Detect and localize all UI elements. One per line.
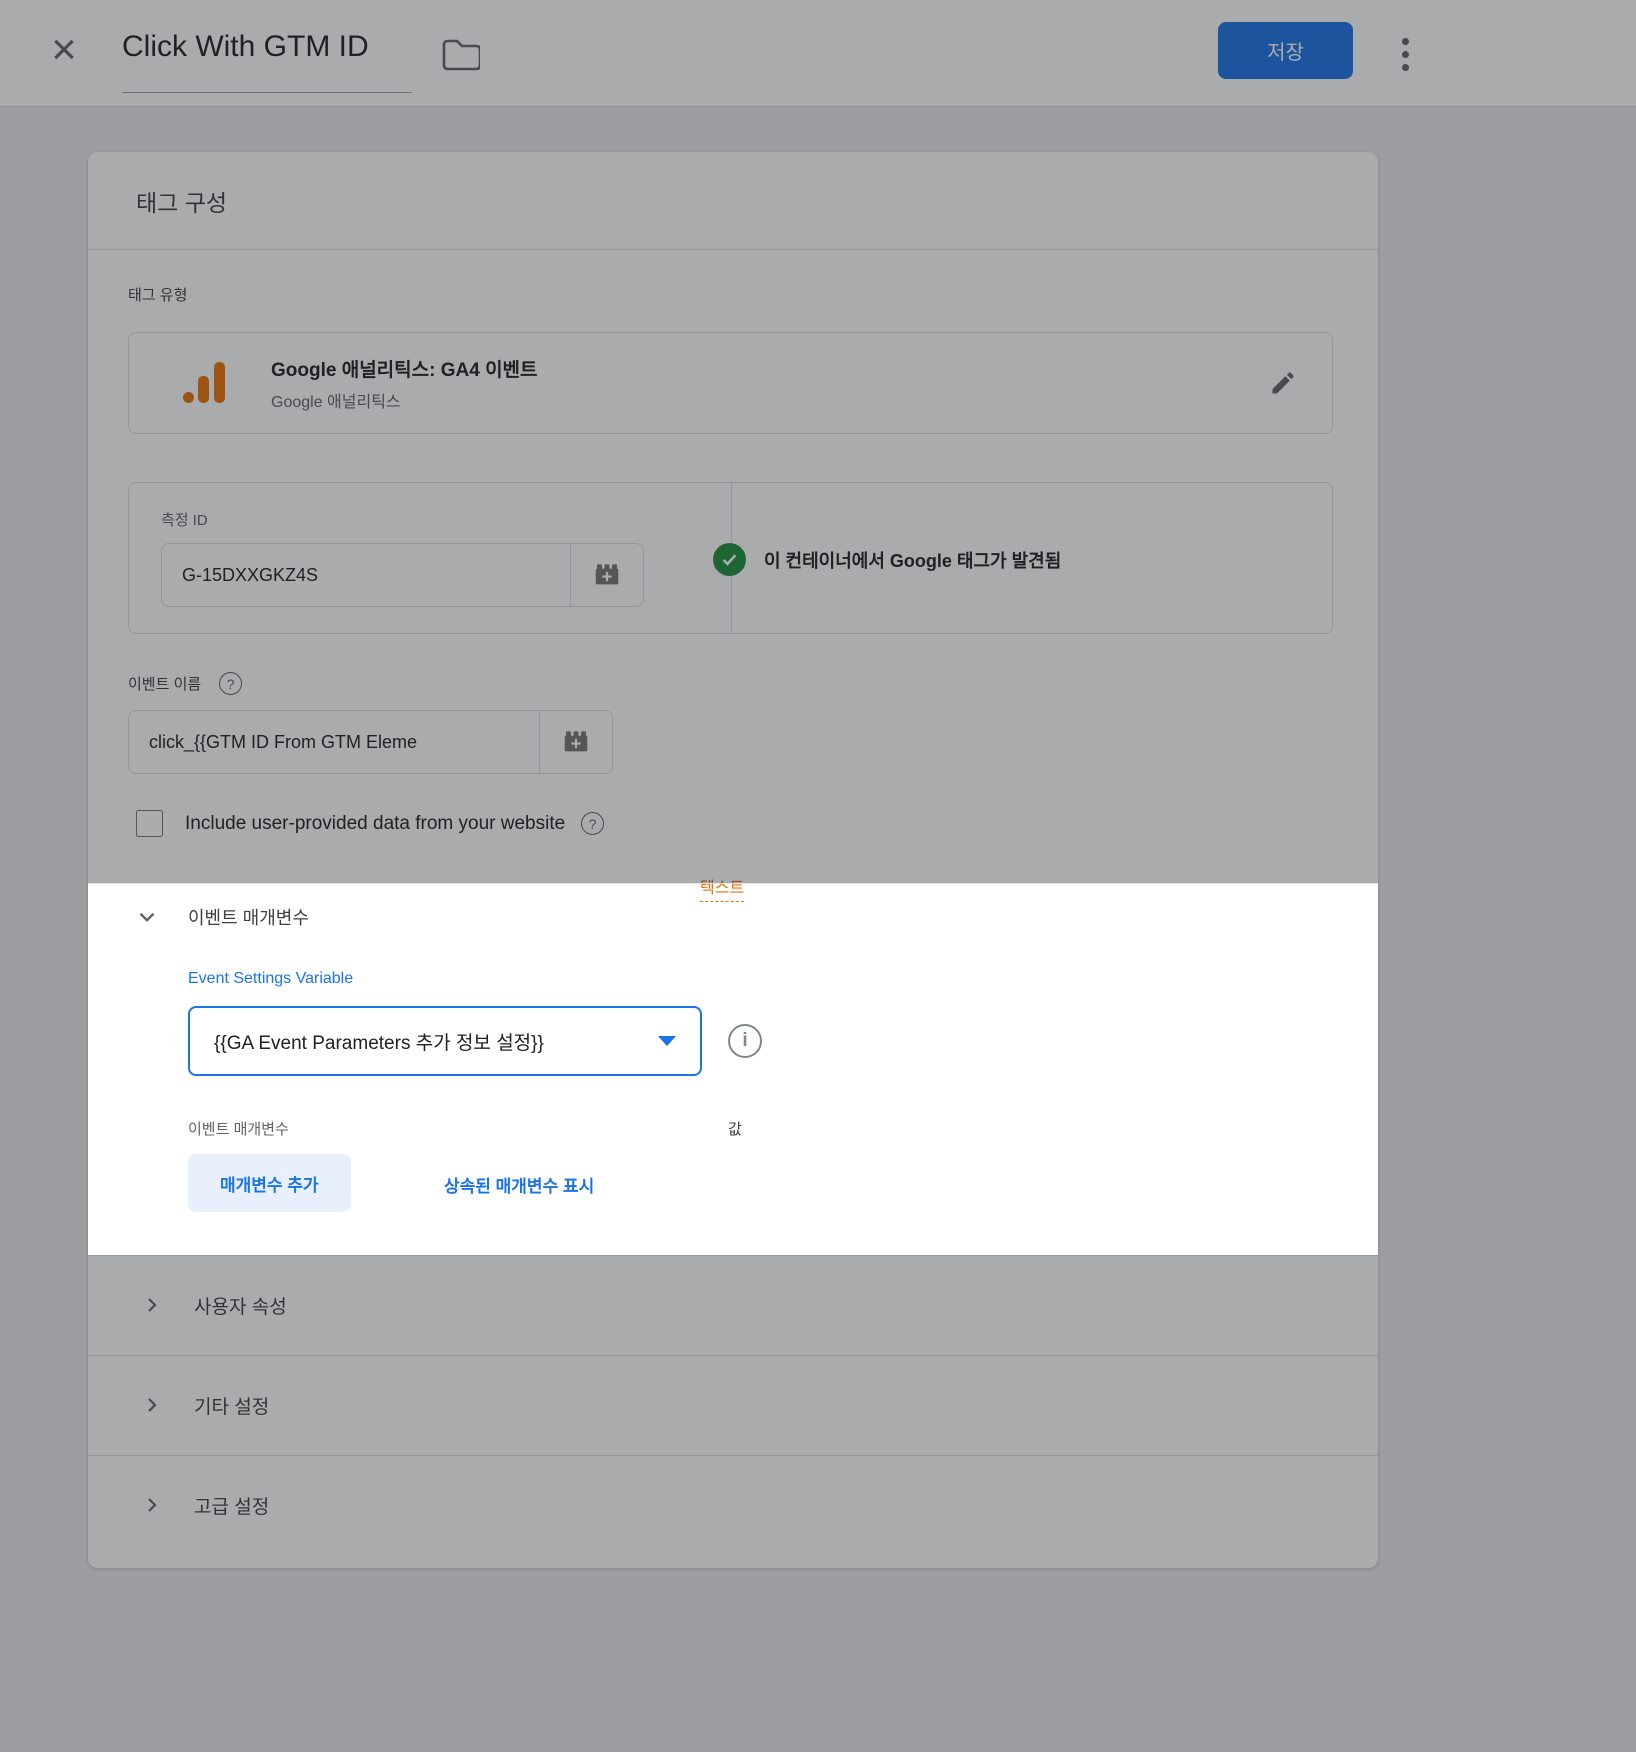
- event-params-title: 이벤트 매개변수: [188, 904, 309, 930]
- tag-config-card: 태그 구성 태그 유형 Google 애널리틱스: GA4 이벤트 Google…: [88, 152, 1378, 1568]
- chevron-right-icon: [140, 1293, 164, 1317]
- text-mode-link[interactable]: 텍스트: [700, 874, 744, 902]
- folder-icon[interactable]: [438, 34, 482, 76]
- event-name-label: 이벤트 이름: [128, 673, 201, 694]
- tag-name-field[interactable]: Click With GTM ID: [122, 30, 369, 64]
- tag-type-card[interactable]: Google 애널리틱스: GA4 이벤트 Google 애널리틱스: [128, 332, 1333, 434]
- variable-picker-icon[interactable]: [540, 710, 613, 774]
- param-column-label: 이벤트 매개변수: [188, 1118, 289, 1139]
- google-tag-status-text: 이 컨테이너에서 Google 태그가 발견됨: [764, 547, 1061, 573]
- top-bar: × Click With GTM ID 저장: [0, 0, 1636, 107]
- user-data-label: Include user-provided data from your web…: [185, 813, 565, 835]
- help-icon[interactable]: ?: [581, 812, 604, 835]
- chevron-down-icon: [134, 904, 160, 930]
- tag-config-title: 태그 구성: [88, 152, 1378, 250]
- section-label: 고급 설정: [194, 1492, 269, 1519]
- close-icon[interactable]: ×: [40, 18, 88, 82]
- measurement-id-label: 측정 ID: [161, 509, 208, 530]
- user-data-checkbox[interactable]: [136, 810, 163, 837]
- tag-type-label: 태그 유형: [128, 284, 187, 305]
- add-parameter-button[interactable]: 매개변수 추가: [188, 1154, 351, 1212]
- event-params-section-header[interactable]: 이벤트 매개변수: [134, 904, 309, 930]
- measurement-input-group: [161, 543, 644, 607]
- esv-selected-value: {{GA Event Parameters 추가 정보 설정}}: [214, 1028, 544, 1055]
- edit-pencil-icon[interactable]: [1266, 366, 1300, 400]
- folder-icon-glyph: [440, 37, 480, 73]
- section-user-properties[interactable]: 사용자 속성: [88, 1255, 1378, 1355]
- section-divider: [88, 883, 1378, 884]
- esv-dropdown[interactable]: {{GA Event Parameters 추가 정보 설정}}: [188, 1006, 702, 1076]
- tag-type-vendor: Google 애널리틱스: [271, 388, 538, 412]
- chevron-right-icon: [140, 1393, 164, 1417]
- section-label: 사용자 속성: [194, 1292, 287, 1319]
- measurement-id-input[interactable]: [161, 543, 571, 607]
- gtm-tag-editor: × Click With GTM ID 저장 태그 구성 태그 유형 Googl…: [0, 0, 1636, 1752]
- section-other-settings[interactable]: 기타 설정: [88, 1355, 1378, 1455]
- caret-down-icon: [658, 1036, 676, 1046]
- ga4-icon: [181, 360, 227, 406]
- event-name-input[interactable]: [128, 710, 540, 774]
- esv-label: Event Settings Variable: [188, 970, 353, 988]
- check-circle-icon: [713, 543, 746, 576]
- info-icon[interactable]: i: [728, 1024, 762, 1058]
- more-menu-icon[interactable]: [1390, 28, 1420, 80]
- show-inherited-link[interactable]: 상속된 매개변수 표시: [444, 1172, 594, 1197]
- chevron-right-icon: [140, 1493, 164, 1517]
- google-tag-status: 이 컨테이너에서 Google 태그가 발견됨: [713, 543, 1061, 576]
- variable-picker-icon[interactable]: [571, 543, 644, 607]
- measurement-box: 측정 ID 이 컨테이너에서: [128, 482, 1333, 634]
- section-advanced-settings[interactable]: 고급 설정: [88, 1455, 1378, 1555]
- section-label: 기타 설정: [194, 1392, 269, 1419]
- pencil-icon-glyph: [1269, 369, 1297, 397]
- tag-type-text: Google 애널리틱스: GA4 이벤트 Google 애널리틱스: [271, 355, 538, 412]
- save-button[interactable]: 저장: [1218, 22, 1353, 79]
- help-icon[interactable]: ?: [219, 672, 242, 695]
- tag-type-name: Google 애널리틱스: GA4 이벤트: [271, 355, 538, 382]
- title-underline: [122, 92, 412, 93]
- event-name-input-group: [128, 710, 613, 774]
- user-data-row: Include user-provided data from your web…: [136, 810, 604, 837]
- event-name-label-row: 이벤트 이름 ?: [128, 672, 242, 695]
- lego-brick-icon: [592, 560, 622, 590]
- lego-brick-plus-icon: [561, 727, 591, 757]
- value-column-label: 값: [728, 1118, 742, 1139]
